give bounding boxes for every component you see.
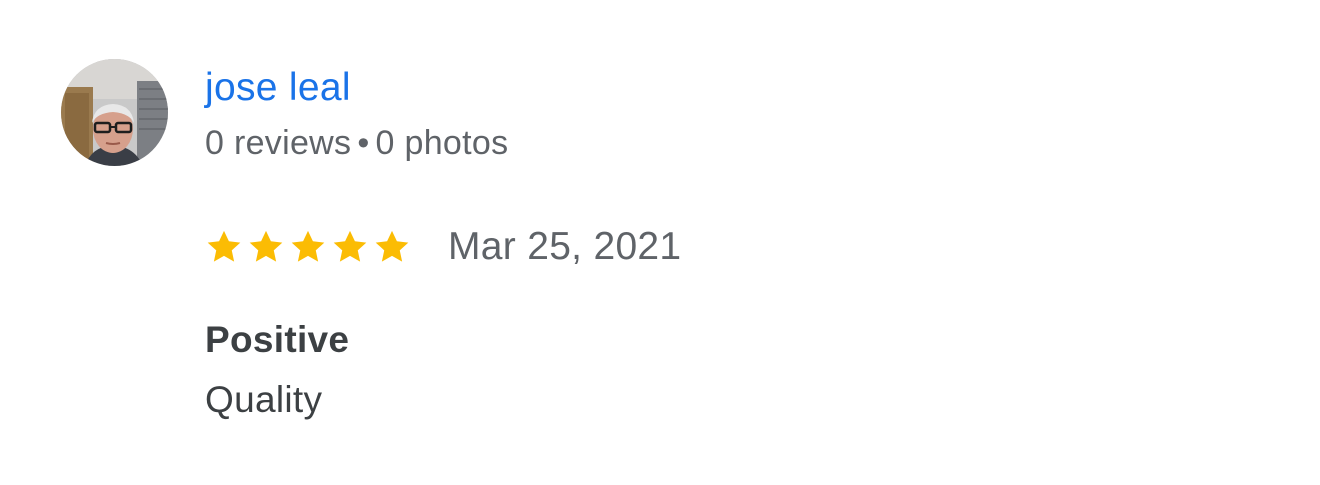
author-photos-count: 0 photos bbox=[375, 124, 509, 162]
star-icon bbox=[333, 230, 367, 262]
star-icon bbox=[207, 230, 241, 262]
star-icon bbox=[249, 230, 283, 262]
author-name-link[interactable]: jose leal bbox=[205, 64, 351, 112]
attribute-label: Positive bbox=[205, 319, 350, 360]
author-avatar[interactable] bbox=[61, 59, 168, 166]
author-reviews-count: 0 reviews bbox=[205, 124, 352, 162]
review-date: Mar 25, 2021 bbox=[448, 225, 682, 268]
author-stats: 0 reviews • 0 photos bbox=[205, 122, 508, 164]
rating-row: Mar 25, 2021 bbox=[205, 222, 681, 272]
profile-photo-icon bbox=[61, 59, 168, 166]
star-icon bbox=[291, 230, 325, 262]
star-rating bbox=[205, 228, 411, 266]
meta-separator: • bbox=[357, 124, 370, 162]
review-card: jose leal 0 reviews • 0 photos Mar 25, 202… bbox=[0, 0, 1320, 485]
attribute-value: Quality bbox=[205, 379, 323, 420]
star-icon bbox=[375, 230, 409, 262]
